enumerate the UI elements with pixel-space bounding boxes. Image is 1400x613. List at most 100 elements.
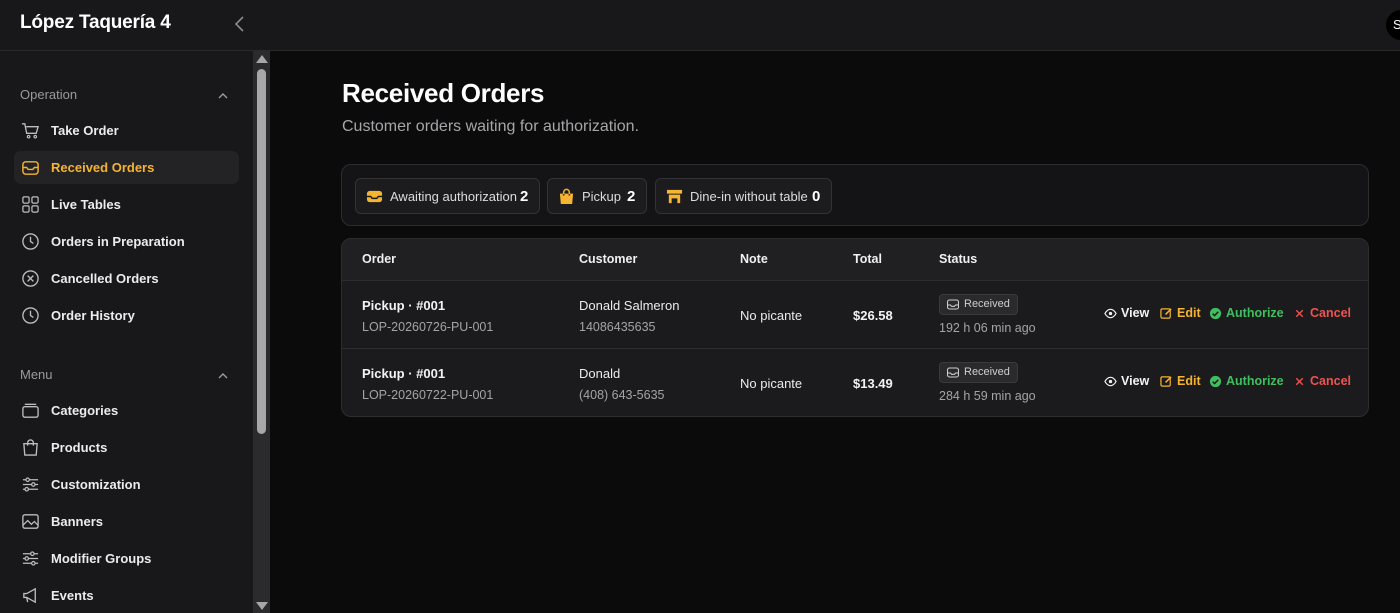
sidebar-item-live-tables[interactable]: Live Tables bbox=[14, 188, 239, 221]
stat-pickup[interactable]: Pickup 2 bbox=[547, 178, 647, 214]
stat-label: Pickup bbox=[582, 189, 622, 204]
inbox-icon bbox=[366, 190, 383, 203]
top-bar: López Taquería 4 S bbox=[0, 0, 1400, 51]
sidebar-item-label: Orders in Preparation bbox=[51, 234, 185, 249]
stat-value: 2 bbox=[627, 188, 636, 205]
main-content: Received Orders Customer orders waiting … bbox=[270, 51, 1400, 613]
sidebar-item-orders-in-preparation[interactable]: Orders in Preparation bbox=[14, 225, 239, 258]
order-code: LOP-20260722-PU-001 bbox=[362, 388, 494, 402]
x-circle-icon bbox=[22, 270, 39, 287]
chevron-up-icon bbox=[218, 93, 228, 99]
layers-icon bbox=[22, 403, 39, 418]
stat-awaiting-authorization[interactable]: Awaiting authorization 2 bbox=[355, 178, 540, 214]
cancel-label: Cancel bbox=[1310, 306, 1351, 320]
customer-name: Donald bbox=[579, 366, 621, 381]
sidebar-item-label: Order History bbox=[51, 308, 135, 323]
order-code: LOP-20260726-PU-001 bbox=[362, 320, 494, 334]
view-label: View bbox=[1121, 306, 1150, 320]
sidebar-item-label: Banners bbox=[51, 514, 104, 529]
status-label: Received bbox=[964, 366, 1010, 378]
edit-icon bbox=[1160, 376, 1172, 387]
collapse-sidebar-icon[interactable] bbox=[230, 12, 250, 36]
sidebar-item-cancelled-orders[interactable]: Cancelled Orders bbox=[14, 262, 239, 295]
elapsed-time: 192 h 06 min ago bbox=[939, 321, 1036, 335]
sidebar-item-label: Categories bbox=[51, 403, 119, 418]
sidebar-item-received-orders[interactable]: Received Orders bbox=[14, 151, 239, 184]
edit-label: Edit bbox=[1177, 306, 1201, 320]
cart-icon bbox=[21, 123, 39, 139]
page-subtitle: Customer orders waiting for authorizatio… bbox=[342, 118, 640, 135]
sidebar-item-label: Customization bbox=[51, 477, 141, 492]
sidebar-item-take-order[interactable]: Take Order bbox=[14, 114, 239, 147]
sidebar-item-label: Events bbox=[51, 588, 94, 603]
customer-name: Donald Salmeron bbox=[579, 298, 680, 313]
column-header-total: Total bbox=[853, 252, 882, 266]
shopping-bag-icon bbox=[559, 188, 574, 205]
sidebar: Operation Take Order Received Orders Liv… bbox=[0, 51, 253, 613]
status-label: Received bbox=[964, 298, 1010, 310]
column-header-order: Order bbox=[362, 252, 397, 266]
order-title: Pickup · #001 bbox=[362, 366, 446, 381]
shopping-bag-icon bbox=[23, 439, 38, 456]
scrollbar-thumb[interactable] bbox=[257, 69, 266, 434]
stat-dine-in-without-table[interactable]: Dine-in without table 0 bbox=[655, 178, 832, 214]
image-icon bbox=[22, 514, 39, 529]
sliders-icon bbox=[22, 477, 39, 492]
app-title: López Taquería 4 bbox=[20, 12, 171, 33]
view-label: View bbox=[1121, 374, 1150, 388]
sidebar-item-events[interactable]: Events bbox=[14, 579, 239, 612]
sidebar-item-modifier-groups[interactable]: Modifier Groups bbox=[14, 542, 239, 575]
column-header-note: Note bbox=[740, 252, 768, 266]
scroll-up-icon[interactable] bbox=[256, 55, 268, 63]
section-label: Menu bbox=[20, 367, 53, 382]
section-label: Operation bbox=[20, 87, 78, 102]
megaphone-icon bbox=[23, 587, 36, 604]
close-icon bbox=[1295, 309, 1304, 318]
column-header-status: Status bbox=[939, 252, 978, 266]
scroll-down-icon[interactable] bbox=[256, 602, 268, 610]
order-total: $13.49 bbox=[853, 376, 893, 391]
section-operation[interactable]: Operation bbox=[20, 87, 235, 107]
check-circle-icon bbox=[1209, 375, 1222, 388]
inbox-icon bbox=[947, 367, 959, 378]
sidebar-item-label: Live Tables bbox=[51, 197, 121, 212]
table-row: Pickup · #001 LOP-20260722-PU-001 Donald… bbox=[342, 349, 1368, 416]
table-row: Pickup · #001 LOP-20260726-PU-001 Donald… bbox=[342, 281, 1368, 349]
elapsed-time: 284 h 59 min ago bbox=[939, 389, 1036, 403]
table-header: Order Customer Note Total Status bbox=[342, 239, 1368, 281]
stat-label: Awaiting authorization bbox=[390, 189, 517, 204]
cancel-label: Cancel bbox=[1310, 374, 1351, 388]
order-note: No picante bbox=[740, 308, 803, 323]
clock-icon bbox=[22, 307, 39, 324]
sliders-icon bbox=[22, 551, 39, 566]
edit-label: Edit bbox=[1177, 374, 1201, 388]
authorize-label: Authorize bbox=[1226, 374, 1284, 388]
sidebar-item-order-history[interactable]: Order History bbox=[14, 299, 239, 332]
stats-panel: Awaiting authorization 2 Pickup 2 Dine-i… bbox=[341, 164, 1369, 226]
sidebar-item-categories[interactable]: Categories bbox=[14, 394, 239, 427]
stat-label: Dine-in without table bbox=[690, 189, 808, 204]
check-circle-icon bbox=[1209, 307, 1222, 320]
stat-value: 2 bbox=[520, 188, 529, 205]
inbox-icon bbox=[947, 299, 959, 310]
store-icon bbox=[666, 189, 683, 204]
page-title: Received Orders bbox=[342, 78, 545, 108]
column-header-customer: Customer bbox=[579, 252, 638, 266]
edit-icon bbox=[1160, 308, 1172, 319]
section-menu[interactable]: Menu bbox=[20, 367, 235, 387]
orders-table: Order Customer Note Total Status Pickup … bbox=[341, 238, 1369, 417]
authorize-label: Authorize bbox=[1226, 306, 1284, 320]
close-icon bbox=[1295, 377, 1304, 386]
order-title: Pickup · #001 bbox=[362, 298, 446, 313]
stat-value: 0 bbox=[812, 188, 821, 205]
sidebar-item-banners[interactable]: Banners bbox=[14, 505, 239, 538]
inbox-icon bbox=[22, 161, 39, 175]
sidebar-item-label: Received Orders bbox=[51, 160, 155, 175]
sidebar-scrollbar[interactable] bbox=[253, 51, 270, 613]
sidebar-item-customization[interactable]: Customization bbox=[14, 468, 239, 501]
sidebar-item-products[interactable]: Products bbox=[14, 431, 239, 464]
avatar[interactable]: S bbox=[1386, 10, 1400, 40]
clock-icon bbox=[22, 233, 39, 250]
eye-icon bbox=[1104, 376, 1117, 387]
status-badge: Received bbox=[939, 294, 1018, 315]
